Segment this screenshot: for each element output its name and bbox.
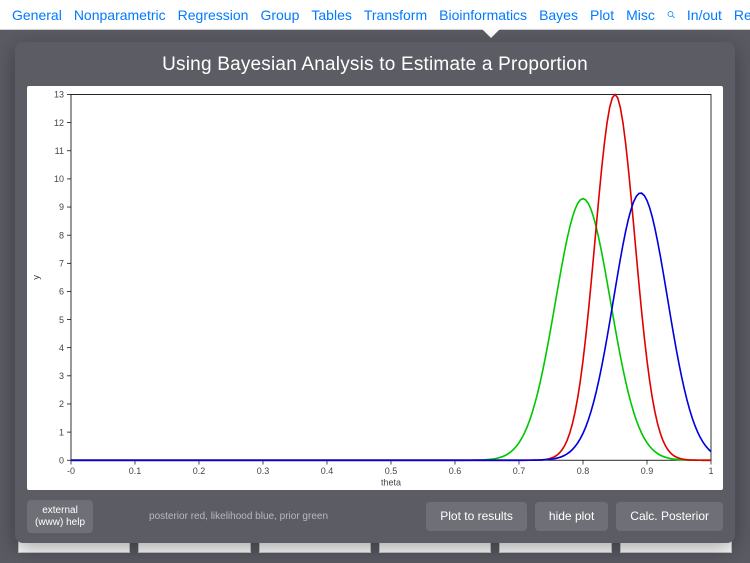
svg-text:0.3: 0.3 bbox=[257, 466, 269, 476]
menu-bioinformatics[interactable]: Bioinformatics bbox=[433, 7, 533, 23]
svg-text:2: 2 bbox=[59, 399, 64, 409]
chart-svg: -00.10.20.30.40.50.60.70.80.910123456789… bbox=[27, 86, 723, 490]
svg-text:-0: -0 bbox=[67, 466, 75, 476]
svg-text:0.1: 0.1 bbox=[129, 466, 141, 476]
menu-regression[interactable]: Regression bbox=[172, 7, 255, 23]
svg-text:3: 3 bbox=[59, 371, 64, 381]
svg-text:6: 6 bbox=[59, 286, 64, 296]
external-help-button[interactable]: external (www) help bbox=[27, 500, 93, 533]
svg-text:4: 4 bbox=[59, 343, 64, 353]
menu-misc[interactable]: Misc bbox=[620, 7, 661, 23]
menu-pointer-row bbox=[0, 30, 750, 42]
svg-text:0: 0 bbox=[59, 455, 64, 465]
menu-transform[interactable]: Transform bbox=[358, 7, 433, 23]
hide-plot-button[interactable]: hide plot bbox=[535, 502, 608, 532]
curve-prior bbox=[71, 199, 711, 461]
menu-pointer bbox=[482, 29, 500, 38]
curve-posterior bbox=[71, 95, 711, 461]
svg-text:8: 8 bbox=[59, 230, 64, 240]
menu-results[interactable]: Results bbox=[728, 7, 750, 23]
menu-bayes[interactable]: Bayes bbox=[533, 7, 584, 23]
menu-tables[interactable]: Tables bbox=[305, 7, 357, 23]
menu-plot[interactable]: Plot bbox=[584, 7, 620, 23]
bayes-sheet: Using Bayesian Analysis to Estimate a Pr… bbox=[15, 42, 735, 543]
svg-text:11: 11 bbox=[55, 146, 64, 156]
svg-text:0.9: 0.9 bbox=[641, 466, 653, 476]
svg-text:12: 12 bbox=[54, 118, 64, 128]
menu-in-out[interactable]: In/out bbox=[681, 7, 728, 23]
menu-general[interactable]: General bbox=[6, 7, 68, 23]
svg-text:10: 10 bbox=[54, 174, 64, 184]
svg-text:5: 5 bbox=[59, 315, 64, 325]
svg-text:0.5: 0.5 bbox=[385, 466, 397, 476]
svg-text:1: 1 bbox=[709, 466, 714, 476]
svg-text:0.2: 0.2 bbox=[193, 466, 205, 476]
sheet-title: Using Bayesian Analysis to Estimate a Pr… bbox=[27, 52, 723, 86]
svg-text:0.6: 0.6 bbox=[449, 466, 461, 476]
svg-text:1: 1 bbox=[59, 427, 64, 437]
svg-text:y: y bbox=[31, 275, 41, 280]
menu-bar: GeneralNonparametricRegressionGroupTable… bbox=[0, 0, 750, 30]
svg-text:0.4: 0.4 bbox=[321, 466, 333, 476]
svg-text:7: 7 bbox=[59, 258, 64, 268]
svg-text:9: 9 bbox=[59, 202, 64, 212]
menu-nonparametric[interactable]: Nonparametric bbox=[68, 7, 172, 23]
calc-posterior-button[interactable]: Calc. Posterior bbox=[616, 502, 723, 532]
plot-to-results-button[interactable]: Plot to results bbox=[426, 502, 527, 532]
svg-text:0.7: 0.7 bbox=[513, 466, 525, 476]
plot-panel: -00.10.20.30.40.50.60.70.80.910123456789… bbox=[27, 86, 723, 490]
svg-text:0.8: 0.8 bbox=[577, 466, 589, 476]
svg-text:13: 13 bbox=[54, 89, 64, 99]
sheet-footer: external (www) help posterior red, likel… bbox=[27, 490, 723, 533]
legend-hint: posterior red, likelihood blue, prior gr… bbox=[103, 511, 416, 522]
search-icon[interactable] bbox=[661, 7, 681, 22]
menu-group[interactable]: Group bbox=[254, 7, 305, 23]
svg-text:theta: theta bbox=[381, 478, 402, 488]
